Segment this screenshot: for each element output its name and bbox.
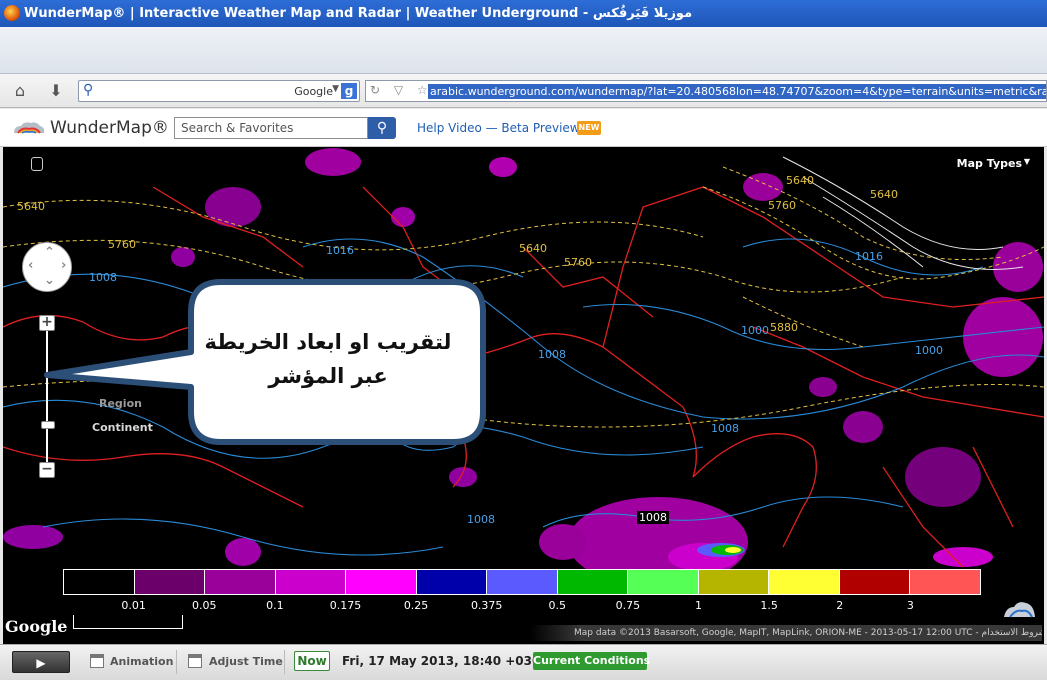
- contour-label: 1008: [538, 348, 566, 361]
- legend-label: 0.25: [403, 599, 429, 612]
- address-bar[interactable]: ↻ ▽ ☆ arabic.wunderground.com/wundermap/…: [365, 80, 1047, 102]
- contour-label: 5640: [786, 174, 814, 187]
- divider: [284, 650, 285, 674]
- navigation-toolbar: ⌂ ⬇ ⚲ Google ▼ g ↻ ▽ ☆ arabic.wundergrou…: [0, 74, 1047, 108]
- legend-label: 3: [906, 599, 914, 612]
- callout-line-1: لتقريب او ابعاد الخريطة: [204, 330, 452, 354]
- search-icon: ⚲: [83, 82, 94, 98]
- contour-label: 1008: [637, 511, 669, 524]
- google-icon[interactable]: g: [341, 83, 357, 99]
- new-badge: NEW: [577, 121, 601, 135]
- legend-label: 0.01: [121, 599, 146, 612]
- legend-swatch: [769, 570, 840, 594]
- pan-up-icon[interactable]: ⌃: [44, 245, 55, 260]
- browser-search-input[interactable]: ⚲ Google ▼ g: [78, 80, 360, 102]
- legend-swatch: [698, 570, 770, 594]
- divider: [176, 650, 177, 674]
- legend-swatch: [628, 570, 699, 594]
- legend-swatch: [64, 570, 135, 594]
- legend-swatch: [416, 570, 488, 594]
- google-logo[interactable]: Google: [5, 617, 67, 636]
- tab-strip: [0, 27, 1047, 74]
- wundermap-header: WunderMap® Search & Favorites ⚲ Help Vid…: [0, 109, 1047, 147]
- firefox-icon: [4, 5, 20, 21]
- weather-map[interactable]: 5640 5760 1008 1016 5640 5760 5640 5760 …: [3, 147, 1044, 644]
- pan-right-icon[interactable]: ›: [61, 258, 66, 273]
- wu-cloud-icon: [14, 122, 45, 134]
- contour-label: 1000: [741, 324, 769, 337]
- legend-swatch: [205, 570, 276, 594]
- calendar-icon: [90, 654, 104, 668]
- zoom-out-button[interactable]: −: [39, 462, 55, 478]
- contour-label: 1016: [855, 250, 883, 263]
- contour-label: 5640: [870, 188, 898, 201]
- legend-label: 0.75: [615, 599, 641, 612]
- now-button[interactable]: Now: [294, 651, 330, 671]
- search-engine-label: Google: [294, 85, 333, 98]
- calendar-icon: [188, 654, 202, 668]
- contour-label: 1016: [326, 244, 354, 257]
- search-icon: ⚲: [376, 120, 388, 136]
- precipitation-legend: [63, 569, 981, 595]
- time-control-bar: ▶ Animation Adjust Time Now Fri, 17 May …: [0, 644, 1047, 680]
- callout-text: لتقريب او ابعاد الخريطة عبر المؤشر: [193, 325, 463, 393]
- help-video-link[interactable]: Help Video — Beta Preview: [417, 121, 580, 135]
- legend-swatch: [557, 570, 629, 594]
- legend-swatch: [275, 570, 347, 594]
- chevron-down-icon[interactable]: ▼: [1024, 157, 1030, 166]
- contour-label: 5760: [768, 199, 796, 212]
- pan-left-icon[interactable]: ‹: [28, 258, 33, 273]
- contour-label: 5760: [564, 256, 592, 269]
- address-url[interactable]: arabic.wunderground.com/wundermap/?lat=2…: [428, 84, 1046, 99]
- contour-label: 1008: [711, 422, 739, 435]
- legend-labels: 0.01 0.05 0.1 0.175 0.25 0.375 0.5 0.75 1 1.5 2 3: [63, 599, 981, 613]
- animation-button[interactable]: Animation: [110, 655, 173, 668]
- window-title: WunderMap® | Interactive Weather Map and…: [24, 6, 693, 21]
- legend-label: 0.175: [329, 599, 362, 612]
- reload-icon[interactable]: ↻ ▽ ☆: [370, 83, 433, 97]
- scale-bar: [73, 615, 183, 629]
- map-search-button[interactable]: ⚲: [368, 117, 396, 139]
- current-datetime: Fri, 17 May 2013, 18:40 +0300: [342, 654, 549, 668]
- legend-label: 1: [695, 599, 703, 612]
- contour-label: 5640: [519, 242, 547, 255]
- legend-swatch: [134, 570, 206, 594]
- legend-label: 0.5: [548, 599, 567, 612]
- callout-line-2: عبر المؤشر: [268, 364, 388, 388]
- contour-label: 1008: [467, 513, 495, 526]
- legend-label: 1.5: [760, 599, 778, 612]
- legend-swatch: [487, 570, 558, 594]
- contour-label: 1000: [915, 344, 943, 357]
- legend-label: 2: [836, 599, 844, 612]
- window-title-bar: WunderMap® | Interactive Weather Map and…: [0, 0, 1047, 27]
- contour-label: 5760: [108, 238, 136, 251]
- wu-logo-icon[interactable]: [1002, 597, 1038, 619]
- legend-label: 0.375: [470, 599, 503, 612]
- home-icon[interactable]: ⌂: [10, 81, 30, 101]
- legend-swatch: [839, 570, 911, 594]
- current-conditions-button[interactable]: Current Conditions: [533, 652, 650, 670]
- legend-label: 0.05: [191, 599, 217, 612]
- legend-swatch: [910, 570, 980, 594]
- contour-label: 5640: [17, 200, 45, 213]
- contour-label: 5880: [770, 321, 798, 334]
- brand-name: WunderMap®: [50, 118, 169, 138]
- map-types-button[interactable]: Map Types: [957, 157, 1022, 170]
- chevron-down-icon[interactable]: ▼: [332, 84, 339, 94]
- adjust-time-button[interactable]: Adjust Time: [209, 655, 283, 668]
- legend-swatch: [346, 570, 417, 594]
- map-search-input[interactable]: Search & Favorites: [174, 117, 368, 139]
- map-attribution: Map data ©2013 Basarsoft, Google, MapIT,…: [530, 625, 1042, 641]
- play-button[interactable]: ▶: [12, 651, 70, 673]
- street-view-icon[interactable]: [31, 157, 43, 171]
- wind-layer: [782, 156, 1024, 270]
- download-icon[interactable]: ⬇: [46, 81, 66, 101]
- legend-label: 0.1: [266, 599, 284, 612]
